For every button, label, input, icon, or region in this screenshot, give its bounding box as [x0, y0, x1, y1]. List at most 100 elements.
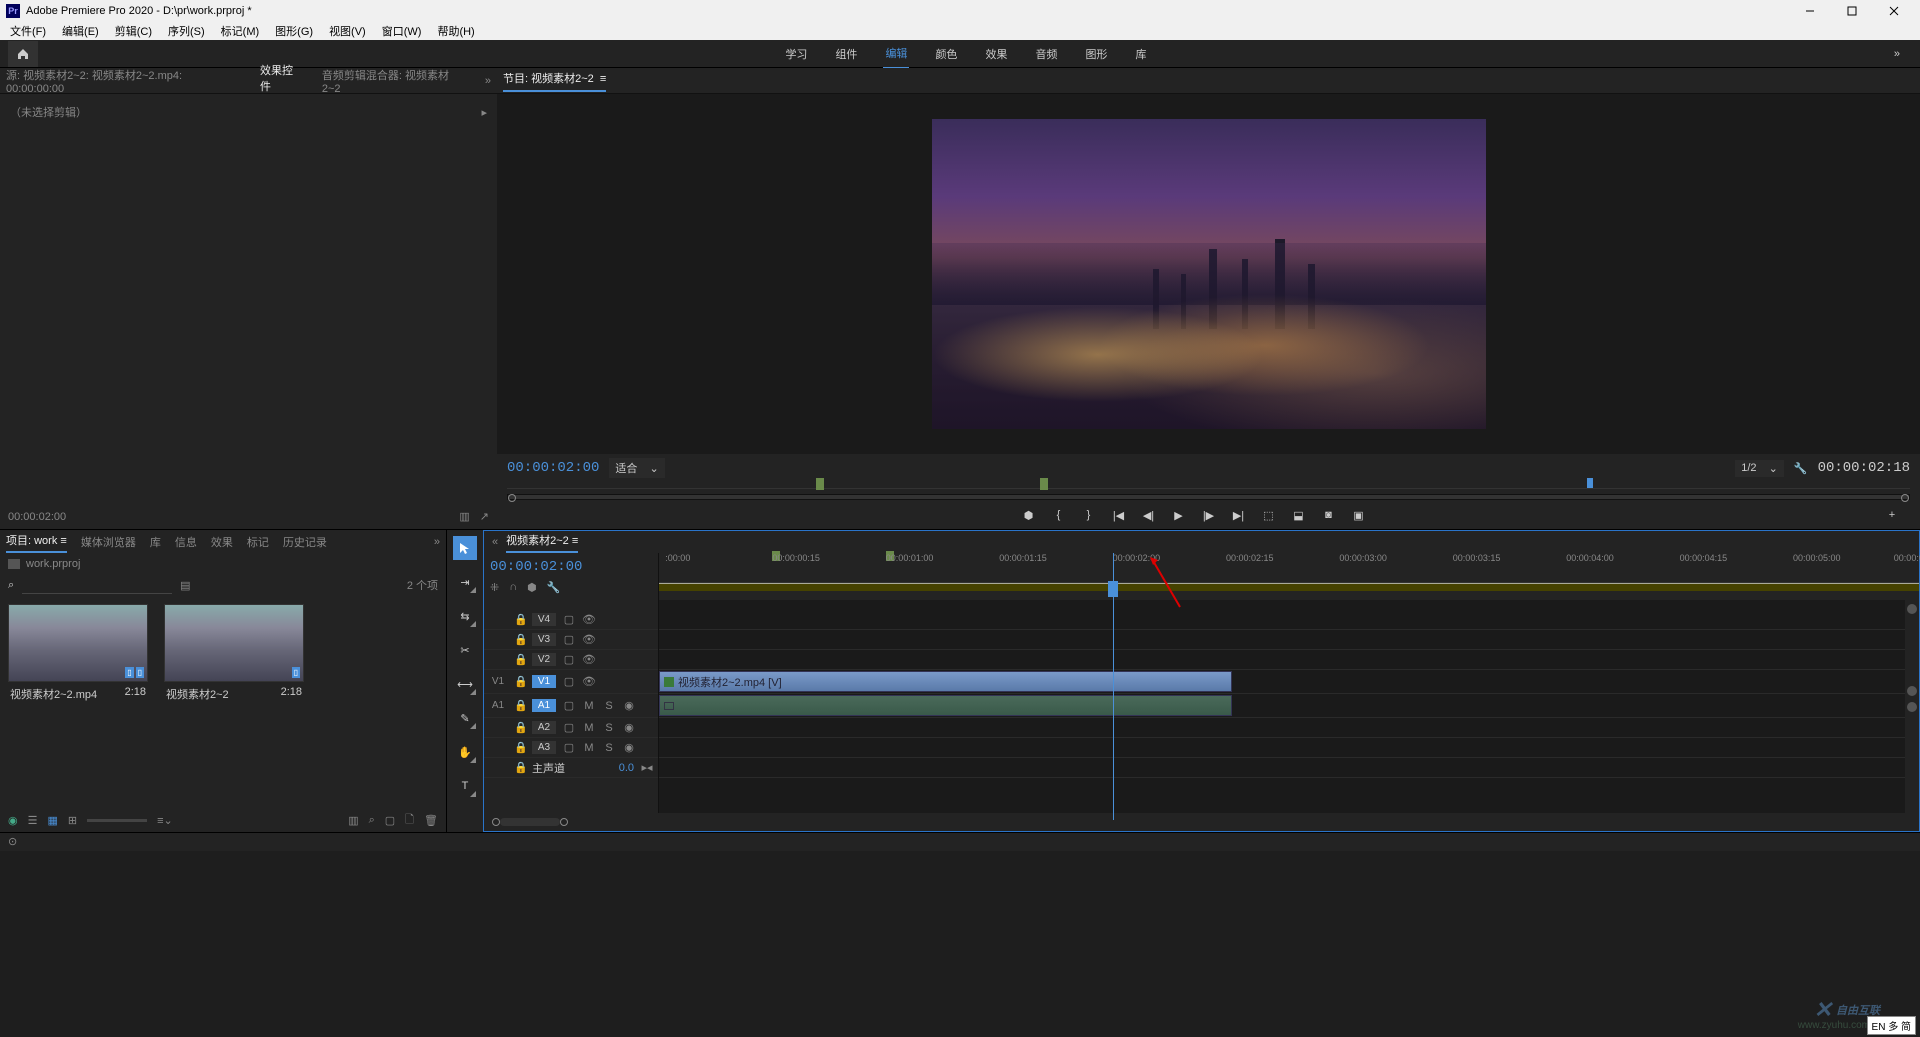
hand-tool[interactable]: ✋ [453, 740, 477, 764]
workspace-libraries[interactable]: 库 [1133, 40, 1148, 68]
lock-icon[interactable]: 🔒 [514, 675, 526, 688]
project-breadcrumb[interactable]: work.prproj [26, 558, 80, 570]
step-back-button[interactable]: ◀| [1141, 509, 1157, 522]
chevron-icon[interactable]: ▸◂ [640, 761, 654, 774]
find-button[interactable]: ⌕ [369, 814, 375, 827]
zoom-handle[interactable] [1587, 478, 1593, 488]
minimize-button[interactable] [1790, 1, 1830, 21]
extract-button[interactable]: ⬓ [1291, 509, 1307, 522]
lift-button[interactable]: ⬚ [1261, 509, 1277, 522]
track-label[interactable]: A2 [532, 721, 556, 734]
export-frame-button[interactable]: ◙ [1321, 509, 1337, 521]
workspace-learn[interactable]: 学习 [783, 40, 809, 68]
sync-lock-icon[interactable]: ▢ [562, 653, 576, 666]
fit-dropdown[interactable]: 适合 ⌄ [609, 458, 664, 478]
razor-tool[interactable]: ✂ [453, 638, 477, 662]
tab-program[interactable]: 节目: 视频素材2~2 ≡ [503, 70, 606, 92]
tab-effects[interactable]: 效果 [211, 534, 233, 550]
maximize-button[interactable] [1832, 1, 1872, 21]
track-select-tool[interactable]: ⇥ [453, 570, 477, 594]
eye-icon[interactable]: 👁 [582, 633, 596, 646]
delete-button[interactable]: 🗑 [424, 814, 438, 827]
track-header-a3[interactable]: 🔒A3▢MS◉ [484, 738, 658, 758]
new-bin-button[interactable]: ▢ [385, 814, 395, 827]
mute-button[interactable]: M [582, 722, 596, 734]
lock-icon[interactable]: 🔒 [514, 633, 526, 646]
scroll-handle-left[interactable] [492, 818, 500, 826]
mark-out-button[interactable]: } [1081, 509, 1097, 521]
menu-window[interactable]: 窗口(W) [378, 21, 426, 41]
track-label[interactable]: A1 [532, 699, 556, 712]
audio-clip[interactable] [659, 695, 1232, 716]
track-header-v2[interactable]: 🔒V2▢👁 [484, 650, 658, 670]
sync-lock-icon[interactable]: ▢ [562, 613, 576, 626]
go-to-in-button[interactable]: |◀ [1111, 509, 1127, 522]
workspace-assembly[interactable]: 组件 [833, 40, 859, 68]
tab-source[interactable]: 源: 视频素材2~2: 视频素材2~2.mp4: 00:00:00:00 [6, 67, 242, 95]
program-monitor[interactable] [497, 94, 1920, 454]
tab-sequence[interactable]: 视频素材2~2 ≡ [506, 532, 578, 553]
track-label[interactable]: V3 [532, 633, 556, 646]
slip-tool[interactable]: ⟷ [453, 672, 477, 696]
automate-to-sequence-button[interactable]: ▥ [348, 814, 358, 827]
snap-button[interactable]: ⁜ [490, 581, 499, 594]
lock-icon[interactable]: 🔒 [514, 613, 526, 626]
playhead-handle[interactable] [1108, 581, 1118, 597]
lock-icon[interactable]: 🔒 [514, 653, 526, 666]
voiceover-button[interactable]: ◉ [622, 741, 636, 754]
tab-project[interactable]: 项目: work ≡ [6, 532, 67, 553]
voiceover-button[interactable]: ◉ [622, 699, 636, 712]
program-scrubber[interactable] [507, 494, 1910, 501]
search-input[interactable] [22, 577, 172, 594]
track-header-v1[interactable]: V1🔒V1▢👁 [484, 670, 658, 694]
track-header-v4[interactable]: 🔒V4▢👁 [484, 610, 658, 630]
chevron-right-icon[interactable]: ▸ [481, 106, 487, 119]
step-forward-button[interactable]: |▶ [1201, 509, 1217, 522]
sort-button[interactable]: ≡⌄ [157, 814, 173, 827]
track-label[interactable]: A3 [532, 741, 556, 754]
track-lane-a3[interactable] [659, 738, 1905, 758]
menu-edit[interactable]: 编辑(E) [58, 21, 103, 41]
list-view-button[interactable]: ☰ [28, 814, 38, 827]
icon-view-button[interactable]: ▦ [47, 814, 57, 827]
write-mode-icon[interactable]: ◉ [8, 814, 18, 827]
workspace-graphics[interactable]: 图形 [1083, 40, 1109, 68]
go-to-out-button[interactable]: ▶| [1231, 509, 1247, 522]
effect-controls-timecode[interactable]: 00:00:02:00 [8, 511, 66, 523]
ripple-edit-tool[interactable]: ⇆ [453, 604, 477, 628]
ec-icon-2[interactable]: ↗ [480, 510, 489, 523]
ime-indicator[interactable]: EN 多 简 [1867, 1016, 1916, 1035]
track-header-a2[interactable]: 🔒A2▢MS◉ [484, 718, 658, 738]
sync-lock-icon[interactable]: ▢ [562, 699, 576, 712]
track-header-master[interactable]: 🔒主声道0.0▸◂ [484, 758, 658, 778]
source-tabs-overflow[interactable]: » [485, 75, 491, 87]
menu-help[interactable]: 帮助(H) [433, 21, 478, 41]
sync-lock-icon[interactable]: ▢ [562, 741, 576, 754]
project-item[interactable]: ▯ 视频素材2~2 2:18 [164, 604, 304, 706]
solo-button[interactable]: S [602, 700, 616, 712]
workspace-overflow[interactable]: » [1894, 48, 1900, 60]
track-lane-v3[interactable] [659, 630, 1905, 650]
menu-sequence[interactable]: 序列(S) [164, 21, 209, 41]
track-header-v3[interactable]: 🔒V3▢👁 [484, 630, 658, 650]
sync-lock-icon[interactable]: ▢ [562, 721, 576, 734]
eye-icon[interactable]: 👁 [582, 613, 596, 626]
close-button[interactable] [1874, 1, 1914, 21]
marker-icon[interactable] [816, 478, 824, 490]
lock-icon[interactable]: 🔒 [514, 699, 526, 712]
menu-file[interactable]: 文件(F) [6, 21, 50, 41]
ec-icon-1[interactable]: ▥ [459, 510, 469, 523]
home-button[interactable] [8, 41, 38, 67]
play-button[interactable]: ▶ [1171, 509, 1187, 522]
track-height-handle[interactable] [1907, 702, 1917, 712]
linked-selection-button[interactable]: ∩ [509, 581, 517, 594]
pen-tool[interactable]: ✎ [453, 706, 477, 730]
track-lane-master[interactable] [659, 758, 1905, 778]
track-lane-a2[interactable] [659, 718, 1905, 738]
workspace-edit[interactable]: 编辑 [883, 39, 909, 69]
add-marker-button[interactable]: ⬢ [527, 581, 537, 594]
workspace-color[interactable]: 颜色 [933, 40, 959, 68]
resolution-dropdown[interactable]: 1/2 ⌄ [1735, 460, 1784, 477]
mute-button[interactable]: M [582, 700, 596, 712]
lock-icon[interactable]: 🔒 [514, 721, 526, 734]
